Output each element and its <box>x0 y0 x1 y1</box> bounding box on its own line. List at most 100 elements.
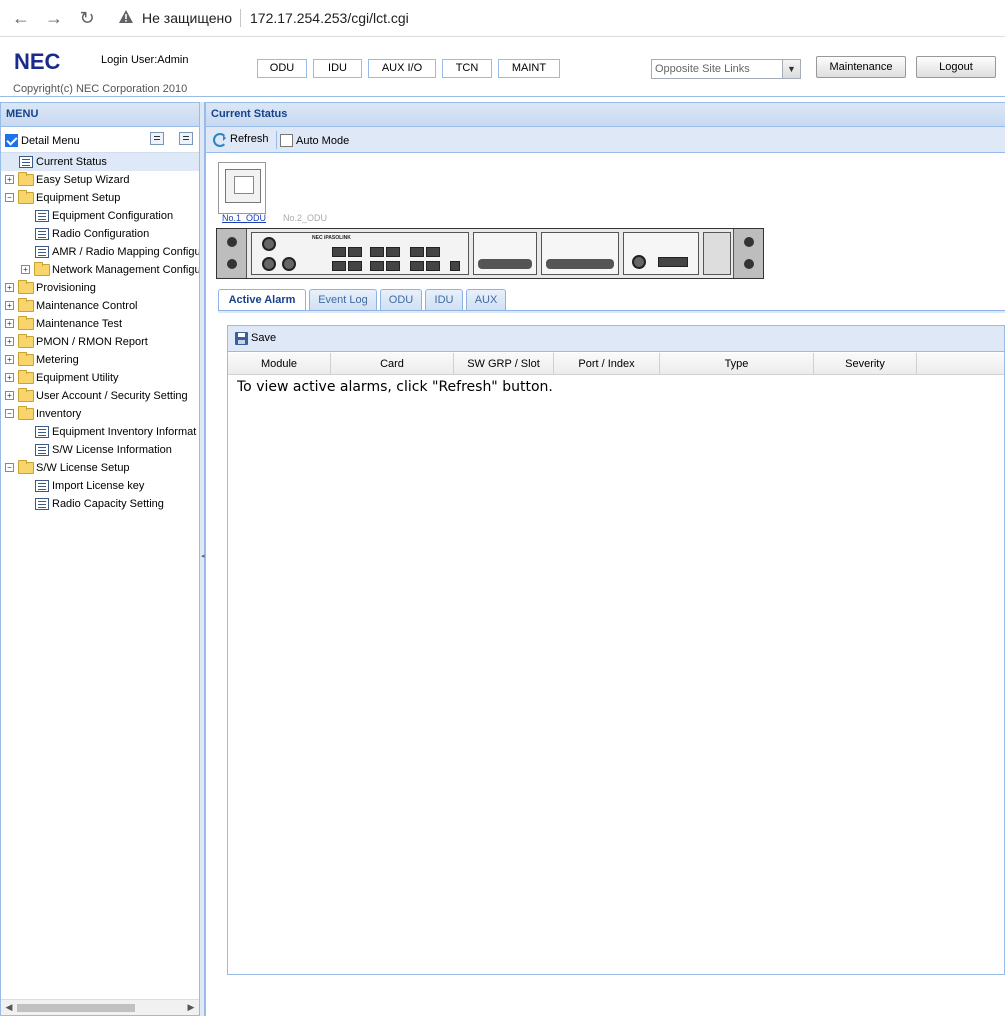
active-alarm-grid: Save Module Card SW GRP / Slot Port / In… <box>227 325 1005 975</box>
column-sw-grp-slot[interactable]: SW GRP / Slot <box>454 353 554 375</box>
security-status[interactable]: Не защищено <box>142 10 232 26</box>
warning-icon[interactable] <box>118 9 134 25</box>
auto-mode-label: Auto Mode <box>296 135 350 147</box>
menu-item-label: Network Management Configu <box>52 264 199 276</box>
menu-item-label: PMON / RMON Report <box>36 336 148 348</box>
save-button[interactable]: Save <box>251 332 276 344</box>
odu-device-icon <box>225 169 261 203</box>
maintenance-button[interactable]: Maintenance <box>816 56 906 78</box>
column-module[interactable]: Module <box>228 353 331 375</box>
column-type[interactable]: Type <box>660 353 814 375</box>
menu-item-equipment-utility[interactable]: + Equipment Utility <box>1 369 199 387</box>
tab-odu[interactable]: ODU <box>380 289 422 311</box>
folder-icon <box>34 262 50 276</box>
column-port-index[interactable]: Port / Index <box>554 353 660 375</box>
detail-menu-label: Detail Menu <box>21 135 80 147</box>
scroll-thumb[interactable] <box>17 1004 135 1012</box>
odu-image[interactable] <box>218 162 266 214</box>
refresh-icon[interactable] <box>213 133 227 147</box>
expand-icon[interactable]: + <box>5 373 14 382</box>
folder-icon <box>18 334 34 348</box>
tab-event-log[interactable]: Event Log <box>309 289 377 311</box>
collapse-all-icon[interactable] <box>179 132 193 145</box>
logout-button[interactable]: Logout <box>916 56 996 78</box>
idu-front-panel[interactable]: NEC iPASOLINK <box>216 228 764 279</box>
reload-icon[interactable]: ↻ <box>76 8 98 28</box>
expand-icon[interactable]: + <box>5 337 14 346</box>
odu-button[interactable]: ODU <box>257 59 307 78</box>
menu-item-label: Provisioning <box>36 282 96 294</box>
menu-item-current-status[interactable]: Current Status <box>1 153 199 171</box>
collapse-arrow-icon[interactable]: ◂ <box>201 552 205 560</box>
menu-item-network-management-configu[interactable]: + Network Management Configu <box>1 261 199 279</box>
column-card[interactable]: Card <box>331 353 454 375</box>
expand-icon[interactable]: + <box>5 175 14 184</box>
grid-toolbar: Save <box>228 326 1004 352</box>
scroll-left-icon[interactable]: ◀ <box>3 1002 15 1013</box>
menu-item-metering[interactable]: + Metering <box>1 351 199 369</box>
menu-item-radio-configuration[interactable]: Radio Configuration <box>1 225 199 243</box>
expand-icon[interactable]: + <box>5 301 14 310</box>
collapse-icon[interactable]: − <box>5 463 14 472</box>
expand-icon[interactable]: + <box>5 283 14 292</box>
menu-item-amr-radio-mapping-configur[interactable]: AMR / Radio Mapping Configur <box>1 243 199 261</box>
refresh-button[interactable]: Refresh <box>230 133 269 145</box>
slot-card-3 <box>623 232 699 275</box>
collapse-icon[interactable]: − <box>5 409 14 418</box>
menu-item-pmon-rmon-report[interactable]: + PMON / RMON Report <box>1 333 199 351</box>
column-severity[interactable]: Severity <box>814 353 917 375</box>
tab-aux[interactable]: AUX <box>466 289 506 311</box>
idu-button[interactable]: IDU <box>313 59 362 78</box>
tab-active-alarm[interactable]: Active Alarm <box>218 289 306 312</box>
expand-icon[interactable]: + <box>5 391 14 400</box>
menu-item-maintenance-control[interactable]: + Maintenance Control <box>1 297 199 315</box>
menu-item-easy-setup-wizard[interactable]: + Easy Setup Wizard <box>1 171 199 189</box>
menu-item-equipment-configuration[interactable]: Equipment Configuration <box>1 207 199 225</box>
opposite-site-links-select[interactable]: Opposite Site Links ▼ <box>651 59 801 79</box>
menu-item-inventory[interactable]: − Inventory <box>1 405 199 423</box>
page-icon <box>35 444 49 456</box>
expand-icon[interactable]: + <box>21 265 30 274</box>
menu-item-label: Maintenance Control <box>36 300 138 312</box>
menu-item-equipment-inventory-informat[interactable]: Equipment Inventory Informat <box>1 423 199 441</box>
page-icon <box>35 498 49 510</box>
menu-item-s-w-license-information[interactable]: S/W License Information <box>1 441 199 459</box>
menu-title: MENU <box>1 103 199 127</box>
odu-1-link[interactable]: No.1_ODU <box>222 213 266 223</box>
menu-item-equipment-setup[interactable]: − Equipment Setup <box>1 189 199 207</box>
menu-item-label: Equipment Inventory Informat <box>52 426 197 438</box>
collapse-icon[interactable]: − <box>5 193 14 202</box>
menu-toolbar: Detail Menu <box>1 127 199 153</box>
page-icon <box>35 426 49 438</box>
menu-item-maintenance-test[interactable]: + Maintenance Test <box>1 315 199 333</box>
menu-item-radio-capacity-setting[interactable]: Radio Capacity Setting <box>1 495 199 513</box>
address-bar[interactable]: 172.17.254.253/cgi/lct.cgi <box>250 10 409 26</box>
aux-io-button[interactable]: AUX I/O <box>368 59 436 78</box>
menu-item-provisioning[interactable]: + Provisioning <box>1 279 199 297</box>
maint-button[interactable]: MAINT <box>498 59 560 78</box>
tab-strip <box>218 310 1005 313</box>
expand-icon[interactable]: + <box>5 355 14 364</box>
menu-item-s-w-license-setup[interactable]: − S/W License Setup <box>1 459 199 477</box>
folder-icon <box>18 280 34 294</box>
expand-all-icon[interactable] <box>150 132 164 145</box>
folder-icon <box>18 316 34 330</box>
save-icon[interactable] <box>235 332 248 345</box>
back-icon[interactable]: ← <box>10 8 32 28</box>
auto-mode-checkbox[interactable] <box>280 134 293 147</box>
forward-icon[interactable]: → <box>43 8 65 28</box>
menu-item-user-account-security-setting[interactable]: + User Account / Security Setting <box>1 387 199 405</box>
tab-idu[interactable]: IDU <box>425 289 463 311</box>
page-icon <box>19 156 33 168</box>
chevron-down-icon[interactable]: ▼ <box>782 60 800 78</box>
detail-menu-checkbox[interactable] <box>5 134 18 147</box>
scroll-right-icon[interactable]: ▶ <box>185 1002 197 1013</box>
tcn-button[interactable]: TCN <box>442 59 492 78</box>
rack-ear-right <box>733 229 763 278</box>
login-user: Login User:Admin <box>101 54 189 66</box>
expand-icon[interactable]: + <box>5 319 14 328</box>
page-icon <box>35 246 49 258</box>
menu-item-label: Equipment Setup <box>36 192 121 204</box>
horizontal-scrollbar[interactable]: ◀ ▶ <box>1 999 199 1015</box>
menu-item-import-license-key[interactable]: Import License key <box>1 477 199 495</box>
